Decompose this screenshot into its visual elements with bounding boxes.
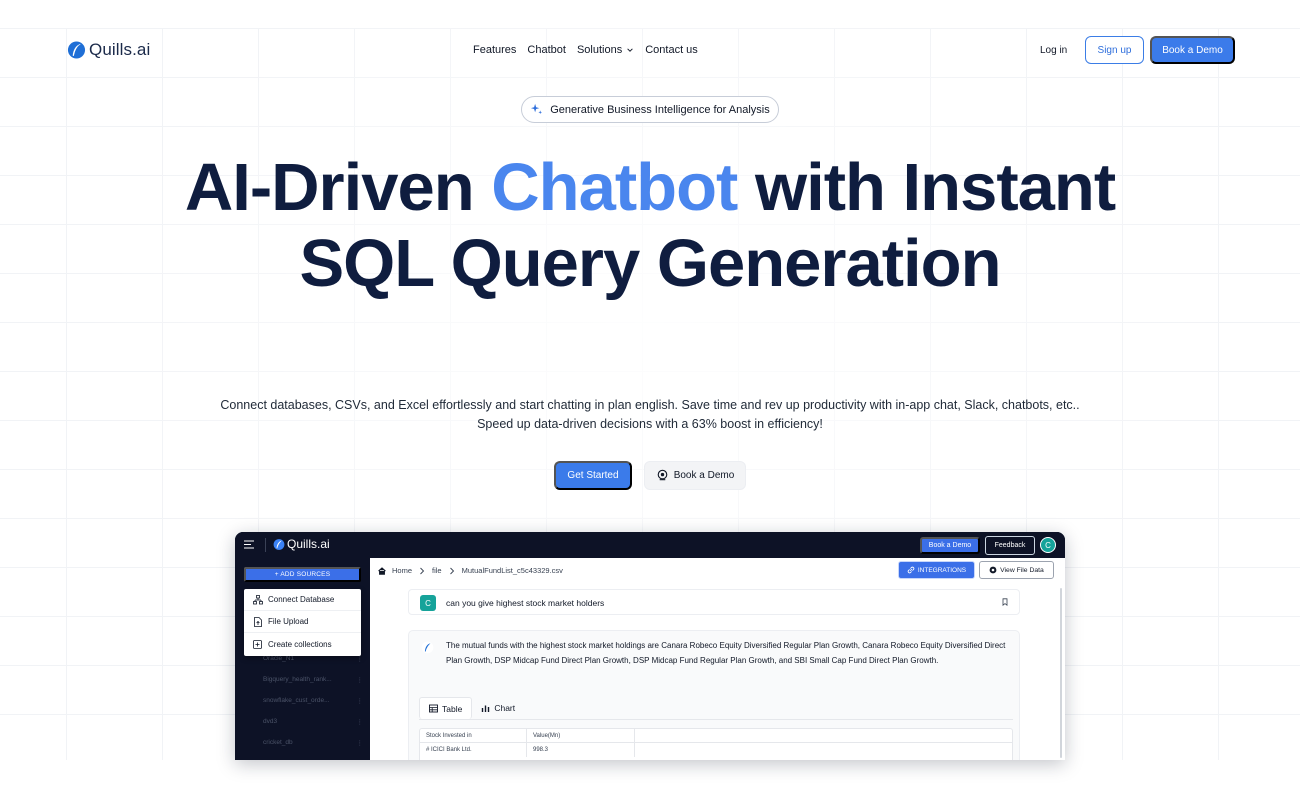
quill-logo-icon — [421, 641, 434, 654]
location-pin-icon — [657, 469, 668, 481]
sidebar-item-source[interactable]: Oracle_N1 ⋮ — [263, 655, 363, 663]
bar-chart-icon — [482, 705, 490, 712]
menu-icon[interactable] — [244, 540, 254, 549]
breadcrumb-filename: MutualFundList_c5c43329.csv — [461, 566, 563, 575]
integrations-label: INTEGRATIONS — [917, 566, 967, 574]
eye-icon — [989, 566, 997, 574]
sidebar-item-source[interactable]: snowflake_cust_orde... ⋮ — [263, 697, 363, 705]
book-demo-hero-button[interactable]: Book a Demo — [644, 461, 746, 490]
hero-tagline-text: Generative Business Intelligence for Ana… — [550, 103, 770, 116]
user-avatar[interactable]: C — [1040, 537, 1056, 553]
app-preview-window: Quills.ai Book a Demo Feedback C + ADD S… — [235, 532, 1065, 760]
headline-accent: Chatbot — [491, 150, 738, 225]
dropdown-label: Create collections — [268, 639, 332, 649]
book-demo-nav-button[interactable]: Book a Demo — [1150, 36, 1235, 64]
app-feedback-button[interactable]: Feedback — [985, 536, 1035, 555]
add-sources-button[interactable]: + ADD SOURCES — [244, 567, 361, 582]
sparkle-icon — [531, 103, 543, 115]
more-vertical-icon[interactable]: ⋮ — [357, 739, 364, 747]
table-header-cell: Stock Invested in — [420, 729, 527, 742]
table-icon — [429, 704, 438, 713]
add-sources-dropdown: Connect Database File Upload Create coll… — [244, 589, 361, 656]
result-tabs: Table Chart — [419, 697, 524, 719]
user-avatar: C — [420, 595, 436, 611]
tab-label: Chart — [494, 703, 516, 713]
signup-button[interactable]: Sign up — [1085, 36, 1144, 64]
sidebar-item-label: snowflake_cust_orde... — [263, 697, 330, 704]
more-vertical-icon[interactable]: ⋮ — [357, 718, 364, 726]
sidebar-item-label: Oracle_N1 — [263, 655, 295, 662]
app-logo[interactable]: Quills.ai — [273, 537, 330, 551]
nav-link-features[interactable]: Features — [473, 44, 516, 56]
more-vertical-icon[interactable]: ⋮ — [357, 655, 364, 663]
breadcrumb: Home file MutualFundList_c5c43329.csv — [378, 566, 563, 575]
answer-text: The mutual funds with the highest stock … — [446, 641, 1006, 665]
tab-table[interactable]: Table — [419, 697, 473, 719]
breadcrumb-file[interactable]: file — [432, 566, 442, 575]
chevron-down-icon — [627, 48, 633, 52]
add-collection-icon — [253, 640, 262, 649]
table-cell: 998.3 — [527, 743, 635, 757]
dropdown-item-create-collections[interactable]: Create collections — [244, 633, 361, 655]
question-text: can you give highest stock market holder… — [446, 598, 605, 608]
app-topbar: Quills.ai Book a Demo Feedback C — [235, 532, 1065, 558]
dropdown-item-file-upload[interactable]: File Upload — [244, 611, 361, 633]
assistant-answer-message: The mutual funds with the highest stock … — [408, 630, 1020, 760]
link-icon — [907, 566, 915, 574]
tabs-divider — [419, 719, 1013, 720]
sidebar-item-source[interactable]: cricket_db ⋮ — [263, 739, 363, 747]
sidebar-item-label: Bigquery_health_rank... — [263, 676, 332, 683]
hero-description: Connect databases, CSVs, and Excel effor… — [220, 398, 1080, 431]
tab-chart[interactable]: Chart — [472, 697, 524, 719]
nav-links: Features Chatbot Solutions Contact us — [473, 44, 698, 56]
nav-link-solutions-label: Solutions — [576, 44, 623, 56]
tab-label: Table — [442, 703, 463, 714]
main-scrollbar[interactable] — [1060, 588, 1062, 758]
table-row: # ICICI Bank Ltd. 998.3 — [420, 743, 1012, 757]
login-link[interactable]: Log in — [1040, 45, 1067, 56]
top-navbar: Quills.ai Features Chatbot Solutions Con… — [0, 28, 1300, 74]
bookmark-icon[interactable] — [1001, 598, 1009, 606]
table-header-cell: Value(Mn) — [527, 729, 635, 742]
hero-tagline-pill: Generative Business Intelligence for Ana… — [521, 96, 779, 123]
hero-headline: AI-Driven Chatbot with Instant SQL Query… — [150, 150, 1150, 302]
home-icon — [378, 566, 386, 575]
sidebar-item-source[interactable]: Bigquery_health_rank... ⋮ — [263, 676, 363, 684]
book-demo-hero-label: Book a Demo — [673, 470, 735, 481]
table-header-row: Stock Invested in Value(Mn) — [420, 729, 1012, 743]
nav-link-chatbot[interactable]: Chatbot — [527, 44, 566, 56]
logo-text: Quills.ai — [89, 40, 151, 59]
table-cell: # ICICI Bank Ltd. — [420, 743, 527, 757]
app-main-panel: Home file MutualFundList_c5c43329.csv IN… — [370, 558, 1065, 760]
get-started-button[interactable]: Get Started — [554, 461, 632, 490]
file-upload-icon — [254, 616, 262, 627]
site-logo[interactable]: Quills.ai — [67, 40, 150, 60]
chevron-right-icon — [420, 567, 425, 574]
app-book-demo-button[interactable]: Book a Demo — [920, 537, 980, 554]
topbar-divider — [265, 538, 266, 552]
integrations-button[interactable]: INTEGRATIONS — [898, 561, 975, 579]
more-vertical-icon[interactable]: ⋮ — [357, 676, 364, 684]
breadcrumb-home[interactable]: Home — [392, 566, 412, 575]
headline-part1: AI-Driven — [184, 150, 492, 225]
user-question-message: C can you give highest stock market hold… — [408, 589, 1020, 615]
quill-logo-icon — [67, 41, 86, 59]
app-logo-text: Quills.ai — [287, 537, 330, 551]
sidebar-item-source[interactable]: dvd3 ⋮ — [263, 718, 363, 726]
dropdown-label: File Upload — [268, 617, 309, 626]
chevron-right-icon — [449, 567, 454, 574]
view-file-data-label: View File Data — [1000, 566, 1044, 574]
quill-logo-icon — [273, 538, 285, 550]
dropdown-item-connect-database[interactable]: Connect Database — [244, 589, 361, 611]
nav-link-contact[interactable]: Contact us — [645, 44, 698, 56]
result-table: Stock Invested in Value(Mn) # ICICI Bank… — [419, 728, 1013, 760]
more-vertical-icon[interactable]: ⋮ — [357, 697, 364, 705]
view-file-data-button[interactable]: View File Data — [979, 561, 1054, 579]
app-sidebar: + ADD SOURCES Connect Database File Uplo… — [235, 558, 370, 760]
sidebar-item-label: dvd3 — [263, 718, 278, 725]
dropdown-label: Connect Database — [268, 595, 335, 604]
nav-link-solutions[interactable]: Solutions — [577, 44, 634, 56]
database-network-icon — [253, 594, 263, 604]
sidebar-item-label: cricket_db — [263, 739, 293, 746]
